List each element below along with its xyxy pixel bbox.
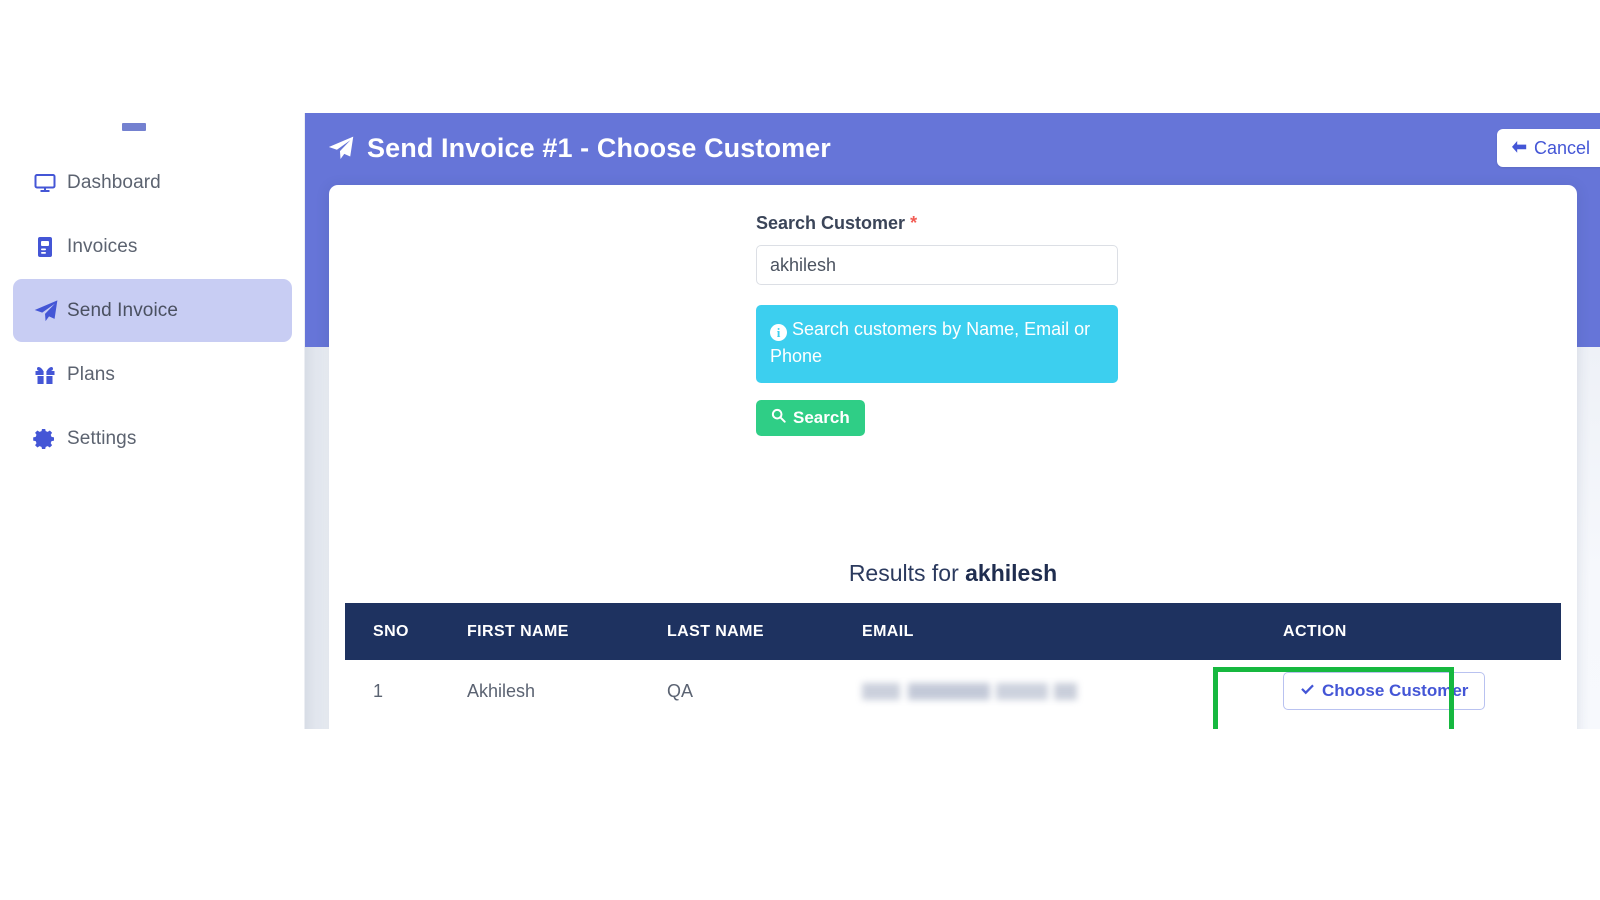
choose-customer-button[interactable]: Choose Customer bbox=[1283, 672, 1486, 710]
cell-action: Choose Customer bbox=[1221, 672, 1561, 710]
search-form: Search Customer * iSearch customers by N… bbox=[756, 213, 1118, 436]
content-left-edge-shadow bbox=[305, 347, 329, 729]
modal-header: Send Invoice #1 - Choose Customer Cancel bbox=[305, 113, 1600, 183]
results-heading: Results for akhilesh bbox=[329, 560, 1577, 587]
gift-icon bbox=[33, 363, 67, 387]
app-viewport: Dashboard Invoices Send Invoice Plans Se… bbox=[0, 113, 1600, 729]
search-hint-text: Search customers by Name, Email or Phone bbox=[770, 319, 1091, 367]
page-title: Send Invoice #1 - Choose Customer bbox=[327, 133, 831, 164]
sidebar-item-label: Invoices bbox=[67, 235, 138, 257]
search-customer-label-text: Search Customer bbox=[756, 213, 906, 233]
table-row: 1 Akhilesh QA Choose Customer bbox=[345, 660, 1561, 722]
check-icon bbox=[1300, 681, 1315, 701]
sidebar-nav-list: Dashboard Invoices Send Invoice Plans Se… bbox=[0, 151, 305, 471]
sidebar-item-settings[interactable]: Settings bbox=[13, 407, 292, 470]
page-title-text: Send Invoice #1 - Choose Customer bbox=[367, 132, 831, 163]
invoice-document-icon bbox=[33, 235, 67, 259]
info-circle-icon: i bbox=[770, 324, 787, 342]
gear-icon bbox=[33, 427, 67, 451]
column-header-sno: SNO bbox=[373, 622, 409, 640]
cell-first-name: Akhilesh bbox=[467, 680, 536, 701]
cancel-button-label: Cancel bbox=[1533, 137, 1590, 158]
sidebar: Dashboard Invoices Send Invoice Plans Se… bbox=[0, 113, 305, 729]
paper-plane-icon bbox=[327, 134, 355, 162]
sidebar-item-label: Plans bbox=[67, 363, 116, 385]
screenshot-root: Dashboard Invoices Send Invoice Plans Se… bbox=[0, 0, 1600, 900]
arrow-left-icon bbox=[1511, 138, 1527, 159]
cell-last-name: QA bbox=[667, 680, 694, 701]
column-header-last-name: LAST NAME bbox=[667, 622, 764, 640]
sidebar-item-plans[interactable]: Plans bbox=[13, 343, 292, 406]
column-header-email: EMAIL bbox=[862, 622, 914, 640]
main-content: Send Invoice #1 - Choose Customer Cancel… bbox=[305, 113, 1600, 729]
cell-email bbox=[862, 681, 1221, 702]
cell-sno: 1 bbox=[373, 680, 384, 701]
choose-customer-card: Search Customer * iSearch customers by N… bbox=[329, 185, 1577, 729]
search-hint-alert: i Search customers by Name, Email or Phon… bbox=[756, 305, 1118, 383]
choose-customer-button-label: Choose Customer bbox=[1322, 681, 1469, 700]
sidebar-item-label: Send Invoice bbox=[67, 299, 179, 321]
app-logo-partial bbox=[122, 123, 146, 131]
magnifier-icon bbox=[771, 408, 786, 428]
column-header-first-name: FIRST NAME bbox=[467, 622, 569, 640]
column-header-action: ACTION bbox=[1283, 622, 1347, 640]
results-heading-term: akhilesh bbox=[965, 560, 1058, 586]
sidebar-item-dashboard[interactable]: Dashboard bbox=[13, 151, 292, 214]
sidebar-item-send-invoice[interactable]: Send Invoice bbox=[13, 279, 292, 342]
search-customer-label: Search Customer * bbox=[756, 213, 1118, 234]
search-button-label: Search bbox=[793, 407, 850, 427]
sidebar-item-label: Dashboard bbox=[67, 171, 161, 193]
results-heading-prefix: Results for bbox=[848, 560, 966, 586]
required-marker: * bbox=[910, 213, 918, 233]
cancel-button[interactable]: Cancel bbox=[1496, 129, 1600, 167]
sidebar-item-label: Settings bbox=[67, 427, 137, 449]
table-header-row: SNO FIRST NAME LAST NAME EMAIL ACTION bbox=[345, 603, 1561, 660]
redacted-email-blur bbox=[862, 682, 1077, 700]
sidebar-item-invoices[interactable]: Invoices bbox=[13, 215, 292, 278]
results-table: SNO FIRST NAME LAST NAME EMAIL ACTION 1 … bbox=[345, 603, 1561, 722]
search-button[interactable]: Search bbox=[756, 399, 865, 436]
paper-plane-icon bbox=[33, 298, 67, 324]
search-customer-input[interactable] bbox=[756, 245, 1118, 285]
monitor-icon bbox=[33, 171, 67, 195]
